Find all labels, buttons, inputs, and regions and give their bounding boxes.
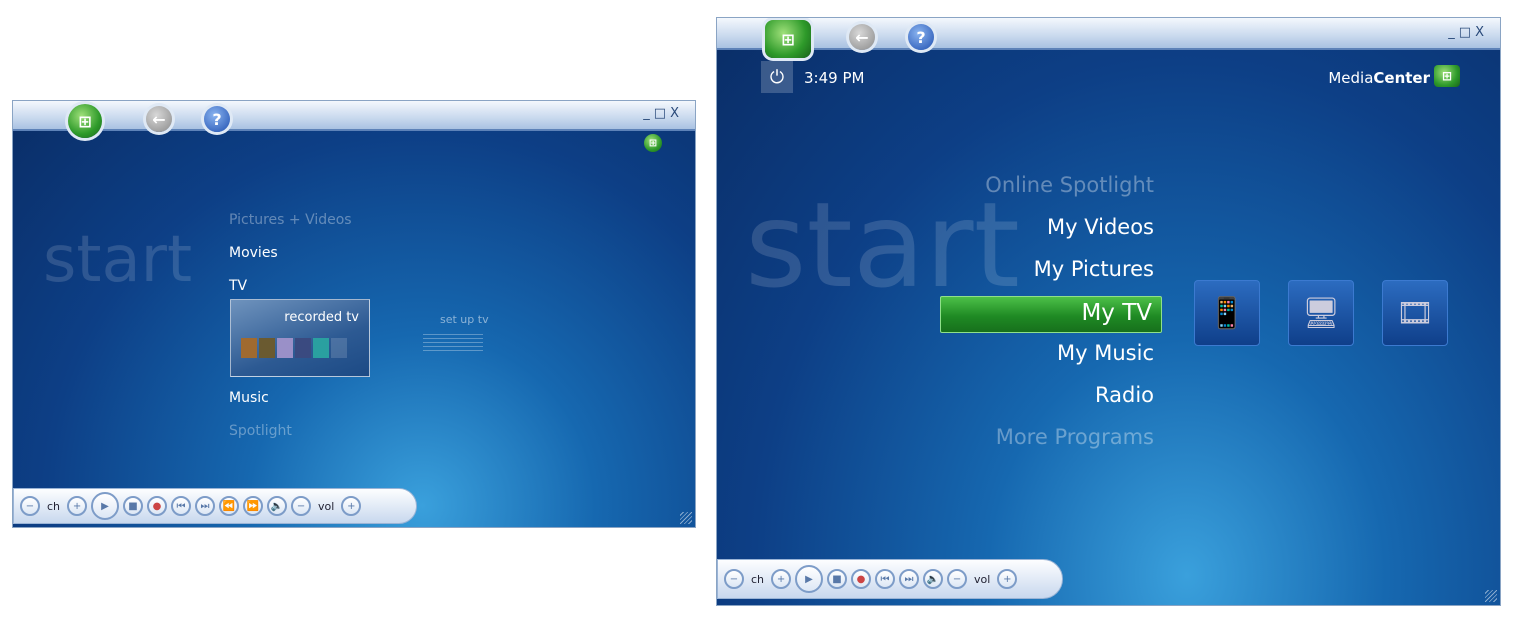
menu-item-online-spotlight[interactable]: Online Spotlight <box>985 173 1154 197</box>
volume-down-button[interactable]: − <box>291 496 312 516</box>
windows-start-button[interactable]: ⊞ <box>68 104 102 138</box>
menu-item-more-programs[interactable]: More Programs <box>996 425 1154 449</box>
media-center-window-right: ⊞ ← ? _□X ⏻ 3:49 PM MediaCenter ⊞ start … <box>716 17 1501 606</box>
volume-label: vol <box>974 572 991 586</box>
channel-up-button[interactable]: + <box>67 496 88 516</box>
clock: 3:49 PM <box>804 69 865 87</box>
menu-item-my-tv-label: My TV <box>1081 300 1152 326</box>
remote-icon[interactable]: 📱 <box>1194 280 1260 346</box>
menu-item-spotlight[interactable]: Spotlight <box>229 423 292 439</box>
skip-forward-button[interactable]: ⏭ <box>899 569 920 589</box>
maximize-button[interactable]: □ <box>654 106 670 121</box>
maximize-button[interactable]: □ <box>1459 25 1475 40</box>
play-button[interactable]: ▶ <box>91 492 120 520</box>
channel-label: ch <box>47 499 61 513</box>
menu-item-my-music[interactable]: My Music <box>1057 341 1154 365</box>
menu-item-my-pictures[interactable]: My Pictures <box>1034 257 1154 281</box>
stop-button[interactable]: ■ <box>827 569 848 589</box>
windows-start-button[interactable]: ⊞ <box>765 20 811 58</box>
volume-down-button[interactable]: − <box>947 569 968 589</box>
channel-down-button[interactable]: − <box>724 569 744 589</box>
window-controls: _□X <box>643 106 683 121</box>
windows-logo-icon: ⊞ <box>1434 65 1460 87</box>
record-button[interactable]: ● <box>851 569 872 589</box>
volume-up-button[interactable]: + <box>997 569 1018 589</box>
transport-controls: − ch + ▶ ■ ● ⏮ ⏭ ⏪ ⏩ 🔈 − vol + <box>13 488 417 524</box>
skip-back-button[interactable]: ⏮ <box>875 569 896 589</box>
channel-label: ch <box>751 572 765 586</box>
transport-controls: − ch + ▶ ■ ● ⏮ ⏭ 🔈 − vol + <box>717 559 1063 599</box>
tv-monitor-icon[interactable]: 🖥 <box>1288 280 1354 346</box>
menu-item-radio[interactable]: Radio <box>1095 383 1154 407</box>
skip-forward-button[interactable]: ⏭ <box>195 496 216 516</box>
volume-up-button[interactable]: + <box>341 496 362 516</box>
menu-item-my-videos[interactable]: My Videos <box>1047 215 1154 239</box>
fast-forward-button[interactable]: ⏩ <box>243 496 264 516</box>
brand-suffix: Center <box>1373 69 1430 87</box>
volume-label: vol <box>318 499 335 513</box>
help-button[interactable]: ? <box>204 106 230 132</box>
start-heading: start <box>43 223 193 297</box>
set-up-tv-lines <box>423 331 483 351</box>
play-button[interactable]: ▶ <box>795 565 824 593</box>
mute-button[interactable]: 🔈 <box>267 496 288 516</box>
menu-item-pictures-videos[interactable]: Pictures + Videos <box>229 212 352 228</box>
start-heading: start <box>745 176 1020 314</box>
window-controls: _□X <box>1448 25 1488 40</box>
record-button[interactable]: ● <box>147 496 168 516</box>
channel-down-button[interactable]: − <box>20 496 40 516</box>
close-button[interactable]: X <box>1475 25 1488 40</box>
windows-logo-icon: ⊞ <box>644 134 662 152</box>
menu-item-tv[interactable]: TV <box>229 278 247 294</box>
brand-prefix: Media <box>1328 69 1374 87</box>
title-bar <box>717 18 1500 50</box>
skip-back-button[interactable]: ⏮ <box>171 496 192 516</box>
media-center-window-left: ⊞ ← ? _□X ⊞ start Pictures + Videos Movi… <box>12 100 696 528</box>
channel-up-button[interactable]: + <box>771 569 792 589</box>
minimize-button[interactable]: _ <box>643 106 654 121</box>
recorded-tv-tile[interactable]: recorded tv <box>230 299 370 377</box>
resize-grip[interactable] <box>680 512 692 524</box>
recorded-tv-label: recorded tv <box>284 310 359 325</box>
film-reel-icon[interactable]: 🎞 <box>1382 280 1448 346</box>
minimize-button[interactable]: _ <box>1448 25 1459 40</box>
rewind-button[interactable]: ⏪ <box>219 496 240 516</box>
resize-grip[interactable] <box>1485 590 1497 602</box>
media-center-brand: MediaCenter <box>1328 69 1430 87</box>
back-button[interactable]: ← <box>146 106 172 132</box>
back-button[interactable]: ← <box>849 24 875 50</box>
menu-item-music[interactable]: Music <box>229 390 269 406</box>
menu-item-my-tv[interactable]: My TV <box>940 296 1162 333</box>
stop-button[interactable]: ■ <box>123 496 144 516</box>
power-button[interactable]: ⏻ <box>761 61 793 93</box>
recorded-thumbnails <box>241 338 347 358</box>
mute-button[interactable]: 🔈 <box>923 569 944 589</box>
set-up-tv-item[interactable]: set up tv <box>440 313 489 326</box>
help-button[interactable]: ? <box>908 24 934 50</box>
close-button[interactable]: X <box>670 106 683 121</box>
menu-item-movies[interactable]: Movies <box>229 245 278 261</box>
title-bar <box>13 101 695 131</box>
